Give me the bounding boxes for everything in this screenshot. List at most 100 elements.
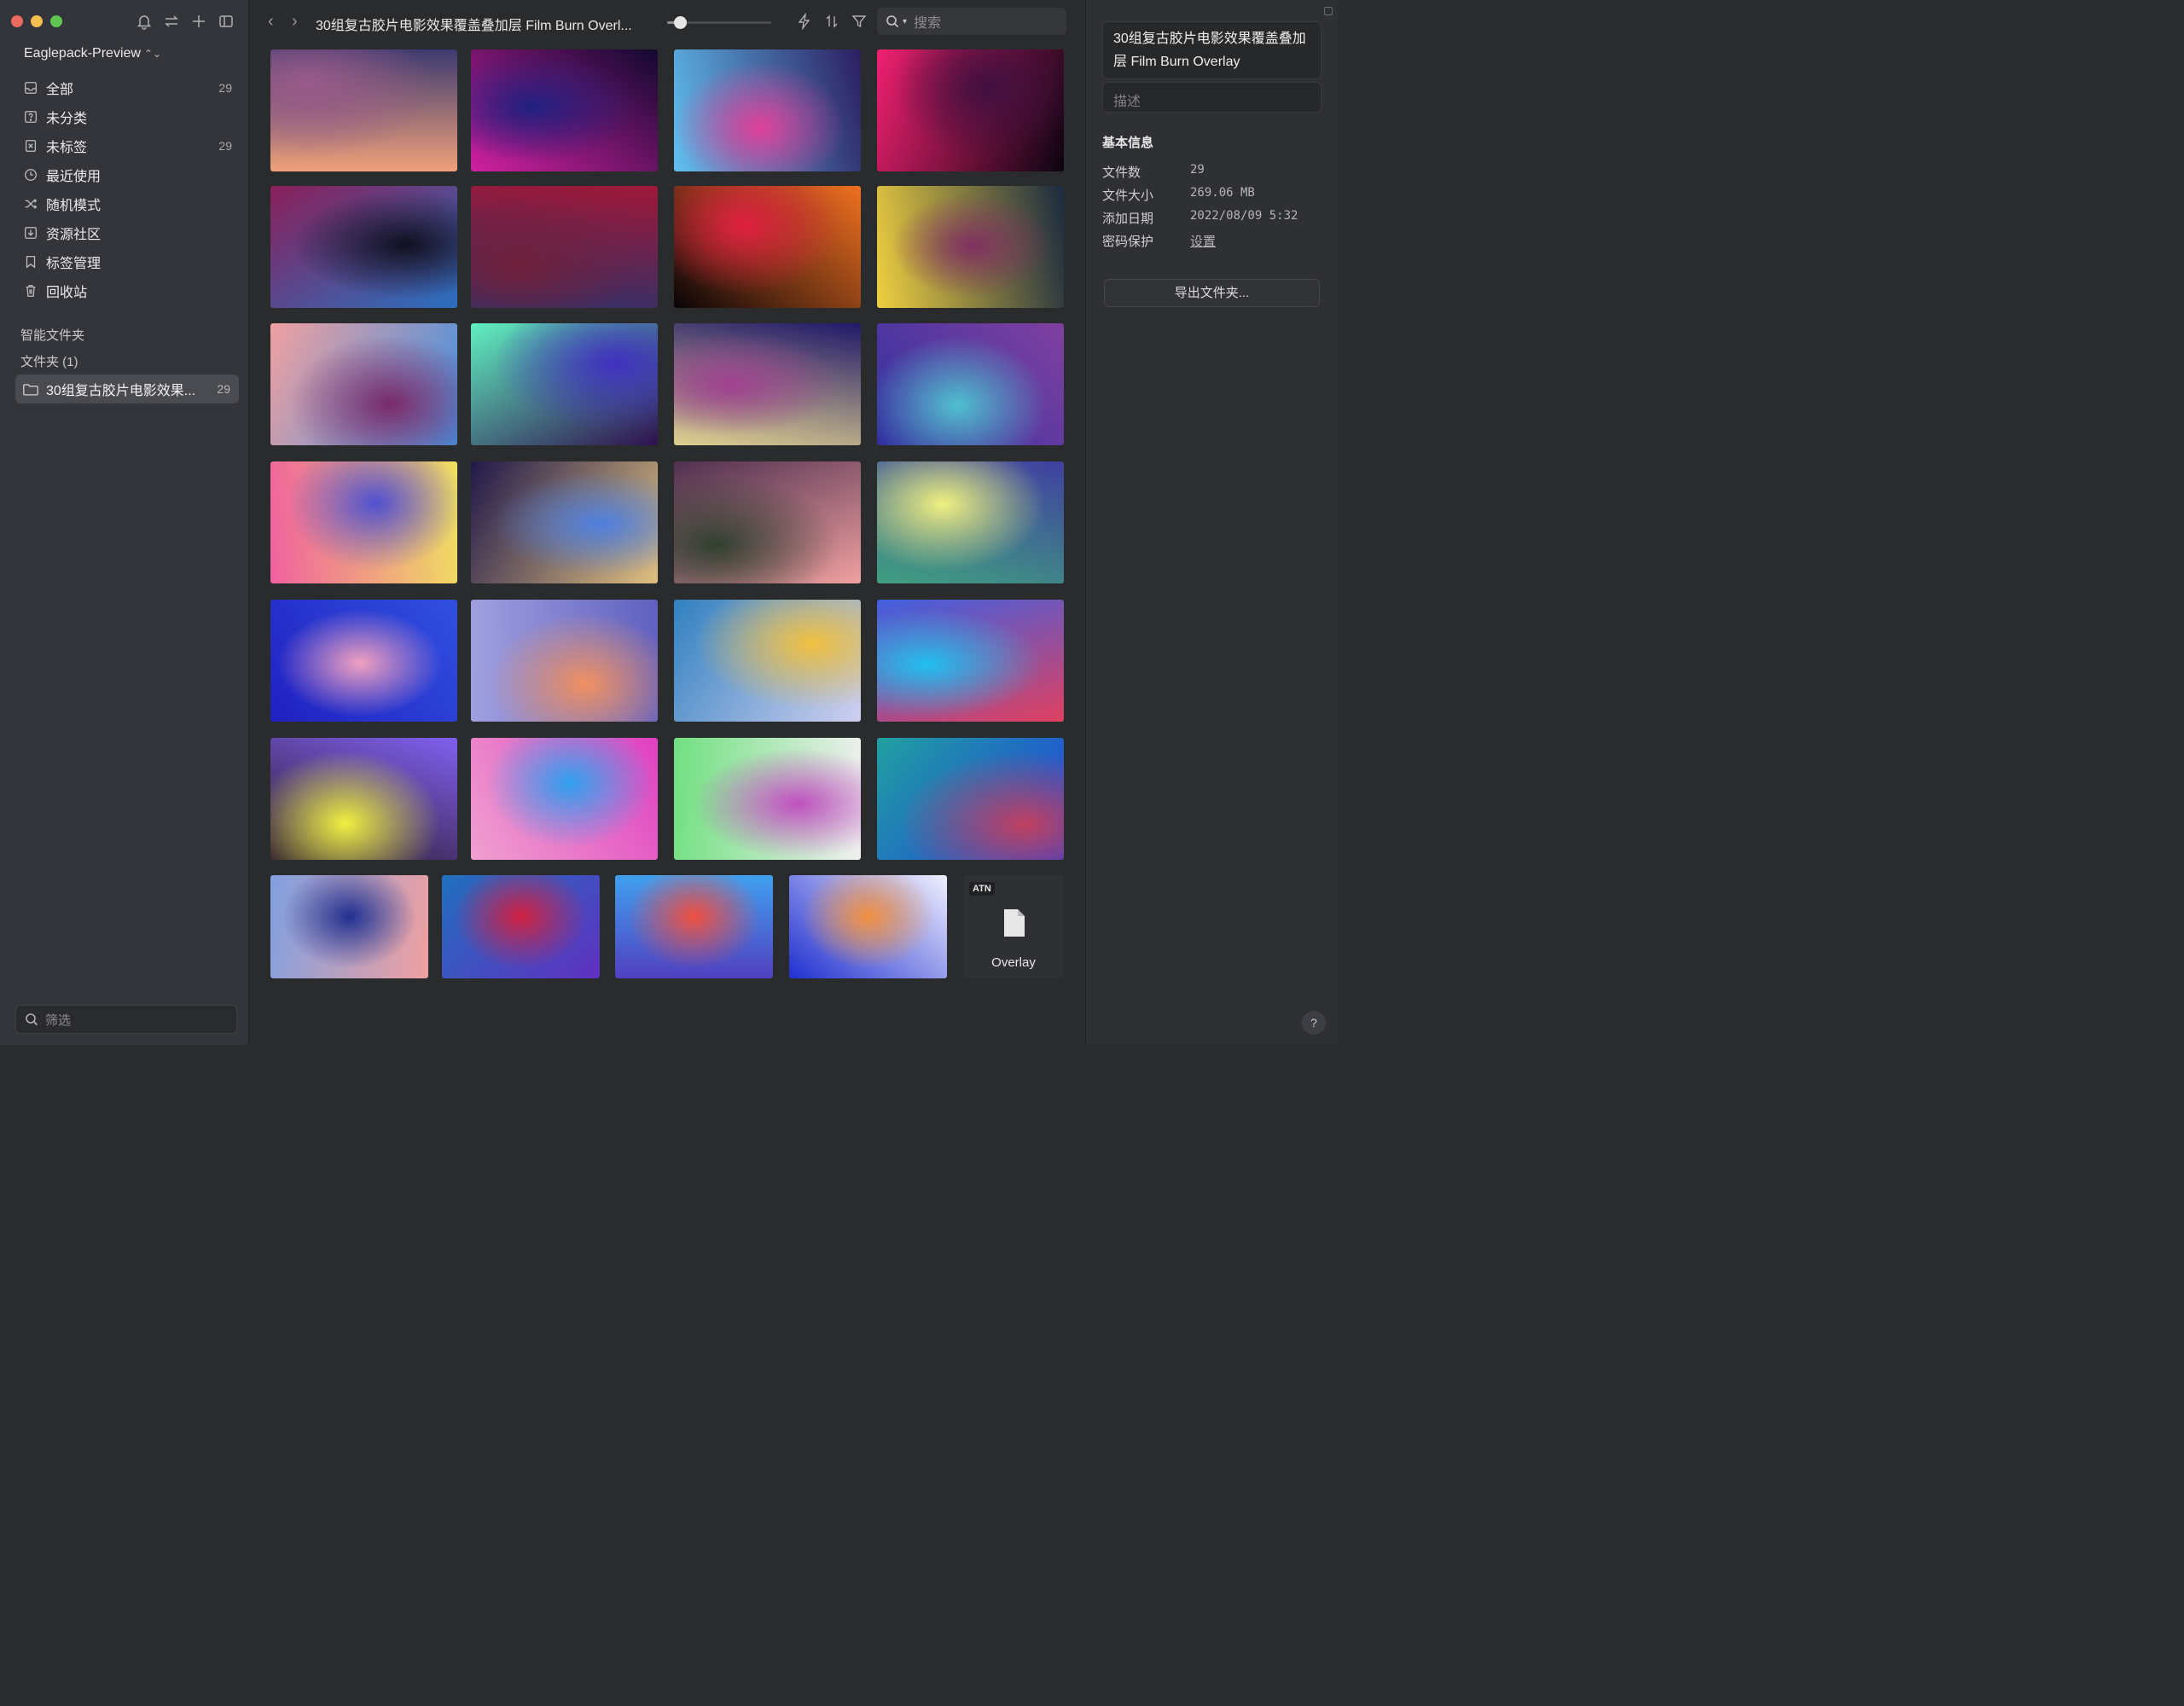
inspector-panel: 30组复古胶片电影效果覆盖叠加层 Film Burn Overlay 描述 基本…: [1085, 0, 1338, 1045]
filter-input[interactable]: 筛选: [15, 1005, 237, 1034]
thumbnail[interactable]: [674, 49, 861, 171]
add-icon[interactable]: [189, 12, 208, 31]
sync-icon[interactable]: [162, 12, 181, 31]
sidebar-item-label: 资源社区: [46, 228, 102, 242]
folders-heading[interactable]: 文件夹 (1): [20, 352, 78, 370]
thumbnail[interactable]: [674, 600, 861, 722]
sidebar-item-community[interactable]: 资源社区: [15, 218, 241, 247]
thumbnail[interactable]: [270, 461, 457, 583]
trash-icon: [22, 282, 39, 299]
item-title-field[interactable]: 30组复古胶片电影效果覆盖叠加层 Film Burn Overlay: [1102, 21, 1321, 79]
main-content: ‹ › 30组复古胶片电影效果覆盖叠加层 Film Burn Overl... …: [249, 0, 1085, 1045]
export-folder-button[interactable]: 导出文件夹...: [1104, 279, 1320, 307]
sidebar-item-count: 29: [218, 139, 232, 153]
thumbnail[interactable]: [674, 186, 861, 308]
zoom-slider[interactable]: [667, 16, 771, 29]
thumbnail[interactable]: [877, 461, 1064, 583]
help-button[interactable]: ?: [1302, 1011, 1326, 1035]
sidebar-item-label: 最近使用: [46, 170, 102, 184]
info-value: 269.06 MB: [1190, 186, 1255, 200]
sidebar-item-random[interactable]: 随机模式: [15, 189, 241, 218]
thumbnail[interactable]: [877, 323, 1064, 445]
thumbnail[interactable]: [471, 49, 658, 171]
folder-icon: [22, 380, 41, 397]
folder-title: 30组复古胶片电影效果覆盖叠加层 Film Burn Overl...: [316, 19, 632, 33]
window-controls: [11, 15, 62, 27]
sidebar-item-label: 回收站: [46, 286, 88, 300]
sidebar-item-all[interactable]: 全部 29: [15, 73, 241, 102]
thumbnail[interactable]: [877, 186, 1064, 308]
sidebar-item-recent[interactable]: 最近使用: [15, 160, 241, 189]
thumbnail[interactable]: [471, 600, 658, 722]
info-key: 文件大小: [1102, 189, 1154, 203]
chevron-down-icon[interactable]: ▾: [903, 17, 907, 26]
sidebar-toolbar: [135, 12, 235, 31]
folder-label: 30组复古胶片电影效果...: [46, 384, 196, 398]
search-icon: [26, 1013, 38, 1026]
zoom-window-button[interactable]: [50, 15, 62, 27]
bookmark-icon: [22, 253, 39, 270]
library-switcher[interactable]: Eaglepack-Preview ⌃⌄: [24, 46, 161, 61]
info-key: 添加日期: [1102, 212, 1154, 226]
file-type-badge: ATN: [969, 882, 995, 896]
untagged-icon: [22, 137, 39, 154]
thumbnail[interactable]: [471, 461, 658, 583]
sidebar-item-label: 标签管理: [46, 257, 102, 271]
thumbnail[interactable]: [674, 461, 861, 583]
info-row-date-added: 添加日期 2022/08/09 5:32: [1102, 209, 1298, 227]
close-window-button[interactable]: [11, 15, 23, 27]
minimize-window-button[interactable]: [31, 15, 43, 27]
thumbnail[interactable]: [471, 738, 658, 860]
thumbnail[interactable]: [615, 875, 773, 978]
search-icon: [886, 15, 899, 28]
sidebar-item-trash[interactable]: 回收站: [15, 276, 241, 305]
thumbnail[interactable]: [877, 600, 1064, 722]
thumbnail[interactable]: [674, 738, 861, 860]
sort-icon[interactable]: [822, 12, 841, 31]
chevron-updown-icon: ⌃⌄: [143, 48, 162, 60]
shuffle-icon: [22, 195, 39, 212]
file-card[interactable]: ATN Overlay: [963, 875, 1064, 978]
set-password-link[interactable]: 设置: [1190, 232, 1216, 250]
sidebar-item-count: 29: [218, 81, 232, 95]
info-key: 密码保护: [1102, 235, 1154, 249]
thumbnail[interactable]: [270, 738, 457, 860]
thumbnail[interactable]: [471, 323, 658, 445]
inbox-icon: [22, 79, 39, 96]
clock-icon: [22, 166, 39, 183]
bell-icon[interactable]: [135, 12, 154, 31]
file-icon: [1002, 908, 1026, 938]
thumbnail[interactable]: [877, 49, 1064, 171]
resize-handle-icon: [1324, 7, 1333, 15]
thumbnail[interactable]: [270, 49, 457, 171]
back-arrow-icon[interactable]: ‹: [268, 12, 274, 32]
thumbnail[interactable]: [442, 875, 600, 978]
lightning-icon[interactable]: [795, 12, 814, 31]
sidebar: Eaglepack-Preview ⌃⌄ 全部 29 未分类 未标签 29 最近…: [0, 0, 249, 1045]
info-row-file-count: 文件数 29: [1102, 163, 1205, 181]
sidebar-toggle-icon[interactable]: [217, 12, 235, 31]
thumbnail[interactable]: [270, 186, 457, 308]
folder-count: 29: [217, 382, 230, 396]
sidebar-item-tag-management[interactable]: 标签管理: [15, 247, 241, 276]
thumbnail[interactable]: [471, 186, 658, 308]
sidebar-item-label: 随机模式: [46, 199, 102, 213]
sidebar-folder-item[interactable]: 30组复古胶片电影效果... 29: [15, 374, 239, 403]
forward-arrow-icon[interactable]: ›: [292, 12, 298, 32]
thumbnail[interactable]: [270, 875, 428, 978]
sidebar-item-untagged[interactable]: 未标签 29: [15, 131, 241, 160]
zoom-slider-knob[interactable]: [673, 16, 687, 29]
question-box-icon: [22, 108, 39, 125]
description-field[interactable]: 描述: [1102, 82, 1321, 113]
sidebar-item-uncategorized[interactable]: 未分类: [15, 102, 241, 131]
thumbnail[interactable]: [877, 738, 1064, 860]
thumbnail[interactable]: [270, 323, 457, 445]
smart-folders-heading[interactable]: 智能文件夹: [20, 326, 84, 344]
thumbnail[interactable]: [270, 600, 457, 722]
info-value: 2022/08/09 5:32: [1190, 209, 1298, 223]
thumbnail[interactable]: [789, 875, 947, 978]
search-input[interactable]: ▾ 搜索: [877, 8, 1066, 35]
filter-icon[interactable]: [850, 12, 868, 31]
info-row-password: 密码保护 设置: [1102, 232, 1216, 250]
thumbnail[interactable]: [674, 323, 861, 445]
